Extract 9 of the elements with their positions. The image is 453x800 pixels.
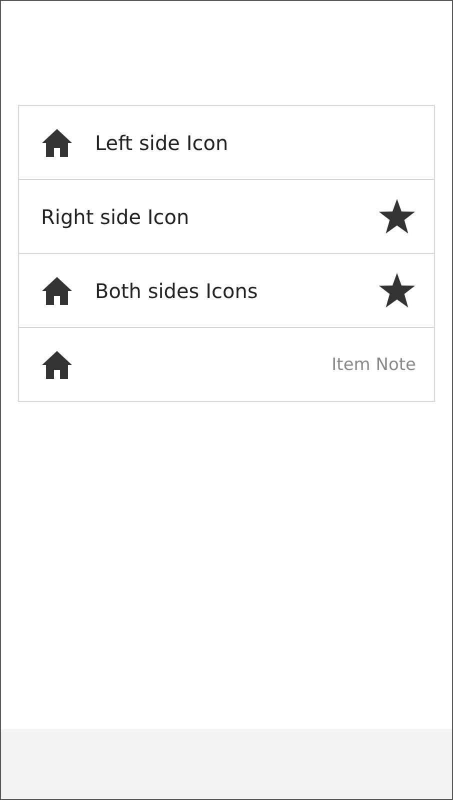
item-note: Item Note — [332, 354, 416, 374]
star-icon — [378, 198, 416, 235]
home-icon — [41, 128, 73, 158]
star-icon — [378, 272, 416, 309]
list-item-label: Left side Icon — [95, 130, 228, 154]
list-item-label: Both sides Icons — [95, 278, 258, 302]
home-icon — [41, 276, 73, 306]
home-icon — [41, 350, 73, 380]
list-item-label: Right side Icon — [41, 204, 190, 228]
